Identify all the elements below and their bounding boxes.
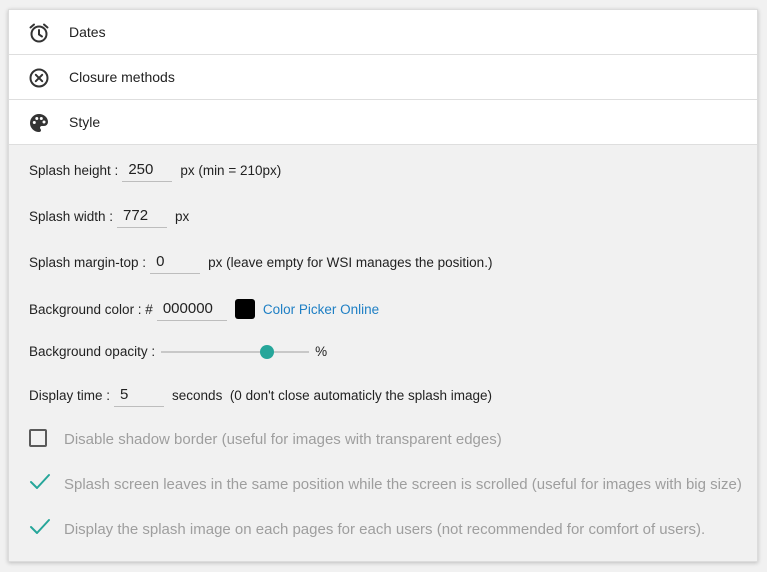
slider-track: [161, 350, 310, 353]
bg-color-label: Background color : #: [29, 301, 153, 317]
settings-panel: Dates Closure methods Style Splash heigh…: [8, 9, 758, 562]
checkmark-icon[interactable]: [29, 471, 51, 493]
bg-opacity-row: Background opacity : %: [29, 344, 327, 359]
margin-top-suffix: px (leave empty for WSI manages the posi…: [208, 254, 493, 270]
section-dates-header[interactable]: Dates: [9, 10, 757, 55]
splash-height-suffix: px (min = 210px): [180, 162, 282, 178]
display-time-row: Display time : seconds (0 don't close au…: [29, 383, 492, 407]
splash-width-label: Splash width :: [29, 208, 114, 224]
splash-width-row: Splash width : px: [29, 204, 189, 228]
checkbox-label: Display the splash image on each pages f…: [64, 521, 706, 538]
bg-opacity-label: Background opacity :: [29, 344, 156, 359]
display-time-label: Display time :: [29, 387, 111, 403]
splash-width-suffix: px: [175, 208, 190, 224]
margin-top-row: Splash margin-top : px (leave empty for …: [29, 250, 492, 274]
checkbox-label: Disable shadow border (useful for images…: [64, 431, 502, 448]
palette-icon: [30, 114, 48, 132]
margin-top-input[interactable]: [150, 250, 201, 274]
display-time-input[interactable]: [114, 383, 165, 407]
checkbox-row-each-page: Display the splash image on each pages f…: [29, 518, 739, 542]
bg-opacity-suffix: %: [315, 344, 328, 359]
checkbox-row-position: Splash screen leaves in the same positio…: [29, 471, 742, 521]
close-circle-icon: [29, 68, 49, 88]
margin-top-label: Splash margin-top :: [29, 254, 147, 270]
section-style-header[interactable]: Style: [9, 100, 757, 145]
section-style-label: Style: [69, 114, 101, 130]
splash-height-label: Splash height :: [29, 162, 119, 178]
splash-height-input[interactable]: [122, 158, 173, 182]
bg-color-swatch[interactable]: [234, 299, 255, 319]
bg-color-input[interactable]: [156, 297, 227, 321]
display-time-suffix: seconds (0 don't close automaticly the s…: [172, 387, 493, 403]
checkbox-label: Splash screen leaves in the same positio…: [64, 476, 742, 493]
checkbox-row-shadow: Disable shadow border (useful for images…: [29, 428, 739, 452]
section-closure-label: Closure methods: [69, 69, 175, 85]
section-closure-header[interactable]: Closure methods: [9, 55, 757, 100]
color-picker-link[interactable]: Color Picker Online: [263, 302, 379, 317]
bg-color-row: Background color : # Color Picker Online: [29, 297, 379, 321]
alarm-clock-icon: [29, 23, 49, 43]
bg-opacity-slider[interactable]: [161, 344, 310, 359]
section-dates-label: Dates: [69, 24, 106, 40]
splash-width-input[interactable]: [117, 204, 168, 228]
slider-thumb[interactable]: [260, 344, 275, 359]
checkbox-disable-shadow[interactable]: [29, 429, 47, 447]
splash-height-row: Splash height : px (min = 210px): [29, 158, 281, 182]
checkmark-icon[interactable]: [29, 516, 51, 538]
